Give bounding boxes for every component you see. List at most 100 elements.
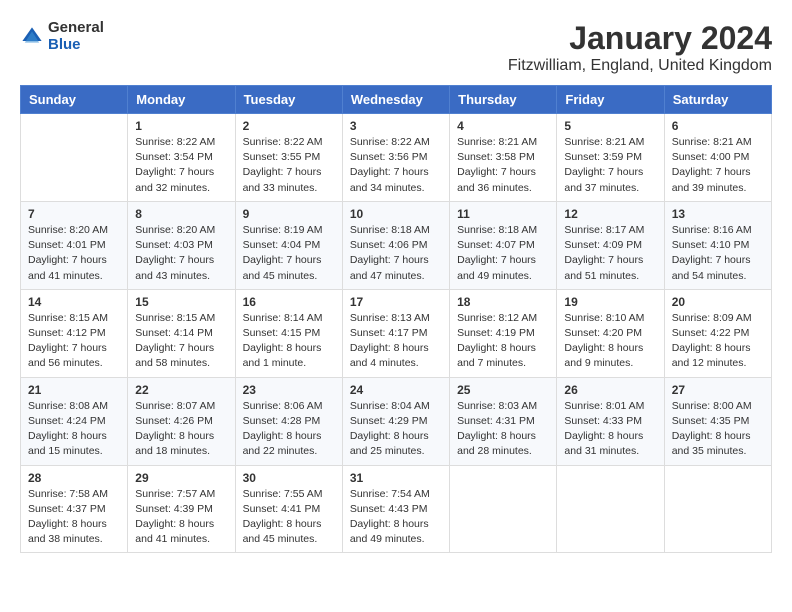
calendar-table: Sunday Monday Tuesday Wednesday Thursday… xyxy=(20,85,772,553)
calendar-cell xyxy=(450,465,557,553)
daylight-text: Daylight: 7 hours and 32 minutes. xyxy=(135,166,214,193)
day-number: 8 xyxy=(135,207,227,221)
day-number: 28 xyxy=(28,471,120,485)
header: General Blue January 2024 Fitzwilliam, E… xyxy=(20,20,772,75)
calendar-cell: 25 Sunrise: 8:03 AM Sunset: 4:31 PM Dayl… xyxy=(450,377,557,465)
day-number: 10 xyxy=(350,207,442,221)
daylight-text: Daylight: 7 hours and 54 minutes. xyxy=(672,254,751,281)
day-number: 29 xyxy=(135,471,227,485)
day-number: 17 xyxy=(350,295,442,309)
sunrise-text: Sunrise: 8:12 AM xyxy=(457,312,537,324)
header-friday: Friday xyxy=(557,86,664,114)
daylight-text: Daylight: 8 hours and 35 minutes. xyxy=(672,430,751,457)
day-number: 22 xyxy=(135,383,227,397)
cell-detail: Sunrise: 7:55 AM Sunset: 4:41 PM Dayligh… xyxy=(243,487,335,548)
calendar-cell: 19 Sunrise: 8:10 AM Sunset: 4:20 PM Dayl… xyxy=(557,289,664,377)
sunset-text: Sunset: 4:31 PM xyxy=(457,415,535,427)
calendar-cell xyxy=(664,465,771,553)
weekday-header-row: Sunday Monday Tuesday Wednesday Thursday… xyxy=(21,86,772,114)
sunset-text: Sunset: 4:33 PM xyxy=(564,415,642,427)
calendar-cell: 18 Sunrise: 8:12 AM Sunset: 4:19 PM Dayl… xyxy=(450,289,557,377)
calendar-cell: 29 Sunrise: 7:57 AM Sunset: 4:39 PM Dayl… xyxy=(128,465,235,553)
cell-detail: Sunrise: 8:01 AM Sunset: 4:33 PM Dayligh… xyxy=(564,399,656,460)
sunset-text: Sunset: 4:41 PM xyxy=(243,503,321,515)
calendar-cell: 16 Sunrise: 8:14 AM Sunset: 4:15 PM Dayl… xyxy=(235,289,342,377)
daylight-text: Daylight: 7 hours and 43 minutes. xyxy=(135,254,214,281)
daylight-text: Daylight: 7 hours and 58 minutes. xyxy=(135,342,214,369)
sunrise-text: Sunrise: 8:06 AM xyxy=(243,400,323,412)
day-number: 16 xyxy=(243,295,335,309)
title-area: January 2024 Fitzwilliam, England, Unite… xyxy=(508,20,772,75)
header-thursday: Thursday xyxy=(450,86,557,114)
header-sunday: Sunday xyxy=(21,86,128,114)
cell-detail: Sunrise: 8:15 AM Sunset: 4:14 PM Dayligh… xyxy=(135,311,227,372)
calendar-cell: 2 Sunrise: 8:22 AM Sunset: 3:55 PM Dayli… xyxy=(235,114,342,202)
sunrise-text: Sunrise: 8:21 AM xyxy=(672,136,752,148)
sunrise-text: Sunrise: 8:18 AM xyxy=(457,224,537,236)
calendar-cell: 21 Sunrise: 8:08 AM Sunset: 4:24 PM Dayl… xyxy=(21,377,128,465)
day-number: 3 xyxy=(350,119,442,133)
cell-detail: Sunrise: 8:20 AM Sunset: 4:01 PM Dayligh… xyxy=(28,223,120,284)
daylight-text: Daylight: 8 hours and 41 minutes. xyxy=(135,518,214,545)
daylight-text: Daylight: 8 hours and 18 minutes. xyxy=(135,430,214,457)
daylight-text: Daylight: 8 hours and 22 minutes. xyxy=(243,430,322,457)
sunrise-text: Sunrise: 8:22 AM xyxy=(135,136,215,148)
cell-detail: Sunrise: 7:58 AM Sunset: 4:37 PM Dayligh… xyxy=(28,487,120,548)
calendar-cell: 7 Sunrise: 8:20 AM Sunset: 4:01 PM Dayli… xyxy=(21,201,128,289)
calendar-cell: 20 Sunrise: 8:09 AM Sunset: 4:22 PM Dayl… xyxy=(664,289,771,377)
day-number: 2 xyxy=(243,119,335,133)
sunset-text: Sunset: 4:01 PM xyxy=(28,239,106,251)
calendar-cell: 5 Sunrise: 8:21 AM Sunset: 3:59 PM Dayli… xyxy=(557,114,664,202)
sunrise-text: Sunrise: 8:22 AM xyxy=(350,136,430,148)
sunrise-text: Sunrise: 8:21 AM xyxy=(564,136,644,148)
sunrise-text: Sunrise: 7:57 AM xyxy=(135,488,215,500)
daylight-text: Daylight: 7 hours and 33 minutes. xyxy=(243,166,322,193)
sunset-text: Sunset: 4:03 PM xyxy=(135,239,213,251)
day-number: 6 xyxy=(672,119,764,133)
day-number: 9 xyxy=(243,207,335,221)
cell-detail: Sunrise: 8:18 AM Sunset: 4:06 PM Dayligh… xyxy=(350,223,442,284)
cell-detail: Sunrise: 8:16 AM Sunset: 4:10 PM Dayligh… xyxy=(672,223,764,284)
sunrise-text: Sunrise: 7:55 AM xyxy=(243,488,323,500)
header-saturday: Saturday xyxy=(664,86,771,114)
cell-detail: Sunrise: 8:00 AM Sunset: 4:35 PM Dayligh… xyxy=(672,399,764,460)
sunset-text: Sunset: 4:20 PM xyxy=(564,327,642,339)
daylight-text: Daylight: 8 hours and 45 minutes. xyxy=(243,518,322,545)
sunset-text: Sunset: 4:09 PM xyxy=(564,239,642,251)
day-number: 13 xyxy=(672,207,764,221)
sunrise-text: Sunrise: 8:03 AM xyxy=(457,400,537,412)
calendar-cell: 27 Sunrise: 8:00 AM Sunset: 4:35 PM Dayl… xyxy=(664,377,771,465)
sunrise-text: Sunrise: 8:20 AM xyxy=(135,224,215,236)
calendar-cell: 22 Sunrise: 8:07 AM Sunset: 4:26 PM Dayl… xyxy=(128,377,235,465)
day-number: 30 xyxy=(243,471,335,485)
day-number: 24 xyxy=(350,383,442,397)
sunrise-text: Sunrise: 8:00 AM xyxy=(672,400,752,412)
sunrise-text: Sunrise: 8:07 AM xyxy=(135,400,215,412)
daylight-text: Daylight: 7 hours and 47 minutes. xyxy=(350,254,429,281)
logo-text: General Blue xyxy=(48,20,104,53)
sunrise-text: Sunrise: 8:01 AM xyxy=(564,400,644,412)
cell-detail: Sunrise: 8:21 AM Sunset: 3:59 PM Dayligh… xyxy=(564,135,656,196)
daylight-text: Daylight: 8 hours and 1 minute. xyxy=(243,342,322,369)
cell-detail: Sunrise: 8:10 AM Sunset: 4:20 PM Dayligh… xyxy=(564,311,656,372)
cell-detail: Sunrise: 8:22 AM Sunset: 3:55 PM Dayligh… xyxy=(243,135,335,196)
sunset-text: Sunset: 3:58 PM xyxy=(457,151,535,163)
cell-detail: Sunrise: 8:20 AM Sunset: 4:03 PM Dayligh… xyxy=(135,223,227,284)
calendar-cell: 14 Sunrise: 8:15 AM Sunset: 4:12 PM Dayl… xyxy=(21,289,128,377)
day-number: 23 xyxy=(243,383,335,397)
sunrise-text: Sunrise: 8:09 AM xyxy=(672,312,752,324)
sunset-text: Sunset: 4:04 PM xyxy=(243,239,321,251)
location-subtitle: Fitzwilliam, England, United Kingdom xyxy=(508,57,772,75)
day-number: 12 xyxy=(564,207,656,221)
day-number: 18 xyxy=(457,295,549,309)
day-number: 25 xyxy=(457,383,549,397)
sunrise-text: Sunrise: 8:18 AM xyxy=(350,224,430,236)
sunset-text: Sunset: 4:43 PM xyxy=(350,503,428,515)
sunset-text: Sunset: 3:59 PM xyxy=(564,151,642,163)
daylight-text: Daylight: 7 hours and 51 minutes. xyxy=(564,254,643,281)
sunrise-text: Sunrise: 8:15 AM xyxy=(28,312,108,324)
calendar-cell xyxy=(557,465,664,553)
calendar-cell: 30 Sunrise: 7:55 AM Sunset: 4:41 PM Dayl… xyxy=(235,465,342,553)
header-tuesday: Tuesday xyxy=(235,86,342,114)
sunrise-text: Sunrise: 8:10 AM xyxy=(564,312,644,324)
